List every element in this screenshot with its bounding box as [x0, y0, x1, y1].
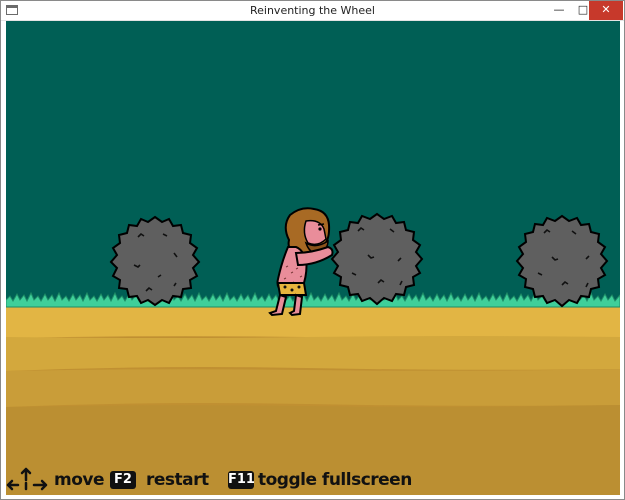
game-scene [6, 21, 620, 495]
minimize-button[interactable]: — [546, 1, 572, 20]
fullscreen-key: F11 [228, 471, 255, 489]
arrow-keys-icon [6, 467, 48, 491]
window-title: Reinventing the Wheel [249, 4, 375, 17]
restart-key: F2 [110, 471, 136, 489]
move-label: move [54, 470, 105, 490]
game-canvas[interactable]: move F2 restart F11 toggle fullscreen [6, 21, 620, 495]
title-bar[interactable]: Reinventing the Wheel — □ ✕ [1, 1, 624, 21]
restart-label: restart [146, 470, 209, 490]
game-window: Reinventing the Wheel — □ ✕ move F2 rest… [0, 0, 625, 500]
controls-hud: move F2 restart F11 toggle fullscreen [6, 467, 620, 493]
close-button[interactable]: ✕ [589, 1, 623, 20]
fullscreen-label: toggle fullscreen [258, 470, 412, 490]
